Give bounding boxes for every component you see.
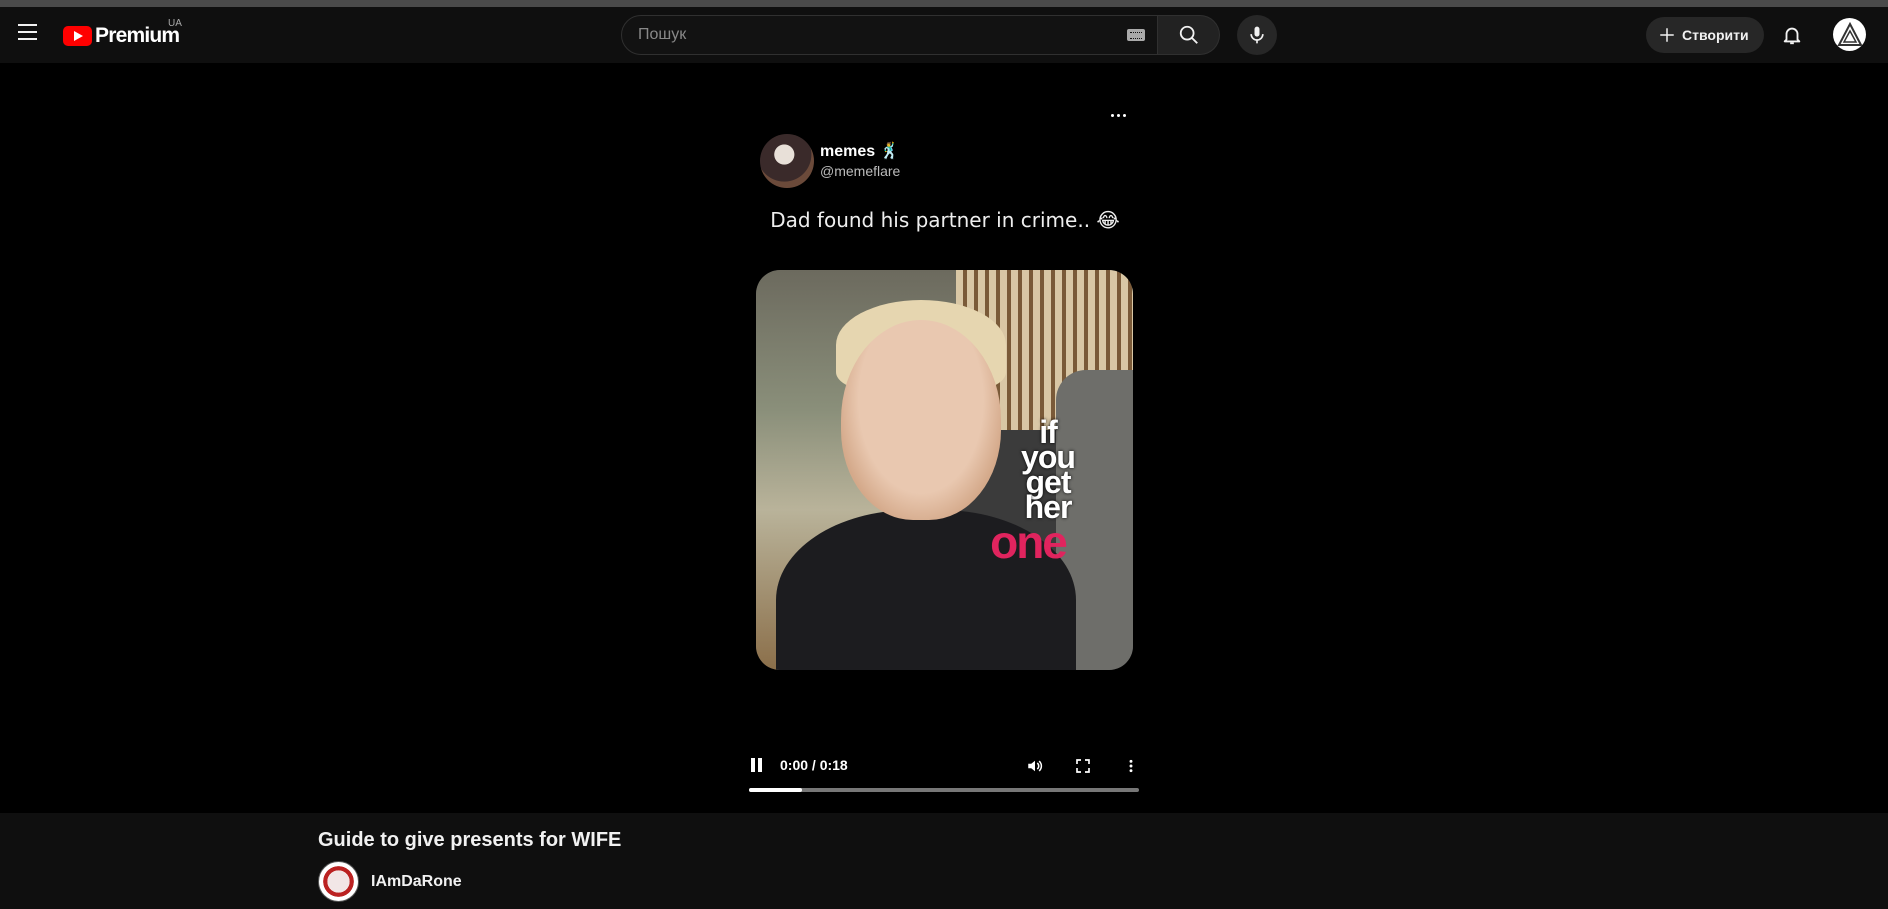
post-more-options-icon[interactable] bbox=[1107, 104, 1129, 126]
author-avatar[interactable] bbox=[760, 134, 814, 188]
video-frame[interactable]: if you get her one bbox=[756, 270, 1133, 670]
plus-icon bbox=[1660, 28, 1674, 42]
time-display: 0:00 / 0:18 bbox=[780, 757, 848, 773]
microphone-icon bbox=[1250, 26, 1264, 44]
progress-bar[interactable] bbox=[749, 788, 1139, 792]
video-info-panel: Guide to give presents for WIFE IAmDaRon… bbox=[0, 813, 1888, 909]
post-author[interactable]: memes 🕺 @memeflare bbox=[760, 134, 900, 188]
caption-highlight: one bbox=[990, 516, 1068, 568]
create-button[interactable]: Створити bbox=[1646, 17, 1764, 53]
volume-icon-glyph bbox=[1028, 760, 1043, 772]
video-title[interactable]: Guide to give presents for WIFE bbox=[318, 829, 621, 852]
vertical-dots-icon bbox=[1129, 759, 1133, 773]
fullscreen-icon-glyph bbox=[1076, 759, 1090, 773]
progress-fill bbox=[749, 788, 803, 792]
keyboard-icon[interactable] bbox=[1127, 29, 1145, 41]
volume-icon[interactable] bbox=[1024, 755, 1046, 777]
account-logo-icon bbox=[1836, 21, 1863, 46]
create-label: Створити bbox=[1682, 27, 1749, 43]
notifications-button[interactable] bbox=[1776, 19, 1808, 51]
voice-search-button[interactable] bbox=[1237, 15, 1277, 55]
post-text: Dad found his partner in crime.. 😂 bbox=[770, 208, 1120, 232]
channel-avatar[interactable] bbox=[318, 861, 359, 902]
channel-name[interactable]: IAmDaRone bbox=[371, 873, 462, 891]
youtube-play-icon bbox=[63, 26, 92, 46]
channel-row[interactable]: IAmDaRone bbox=[318, 861, 462, 902]
player-more-icon[interactable] bbox=[1120, 755, 1142, 777]
author-handle: @memeflare bbox=[820, 163, 901, 179]
logo-text: Premium bbox=[95, 24, 180, 47]
account-avatar-icon[interactable] bbox=[1833, 18, 1866, 51]
video-caption: if you get her one bbox=[968, 416, 1128, 565]
window-top-strip bbox=[0, 0, 1888, 7]
bell-icon bbox=[1783, 27, 1801, 45]
hamburger-menu-icon[interactable] bbox=[12, 17, 42, 47]
author-meta: memes 🕺 @memeflare bbox=[820, 142, 900, 180]
player-controls: 0:00 / 0:18 bbox=[748, 750, 1140, 782]
search-button[interactable] bbox=[1158, 15, 1220, 55]
author-name: memes 🕺 bbox=[820, 143, 900, 160]
search-icon bbox=[1179, 25, 1198, 44]
masthead: Premium UA Створити bbox=[0, 7, 1888, 63]
country-code: UA bbox=[168, 18, 182, 29]
pause-icon[interactable] bbox=[750, 758, 764, 772]
search-box bbox=[621, 15, 1158, 55]
search-input[interactable] bbox=[638, 16, 1108, 54]
youtube-premium-logo[interactable]: Premium UA bbox=[63, 18, 182, 48]
fullscreen-icon[interactable] bbox=[1072, 755, 1094, 777]
